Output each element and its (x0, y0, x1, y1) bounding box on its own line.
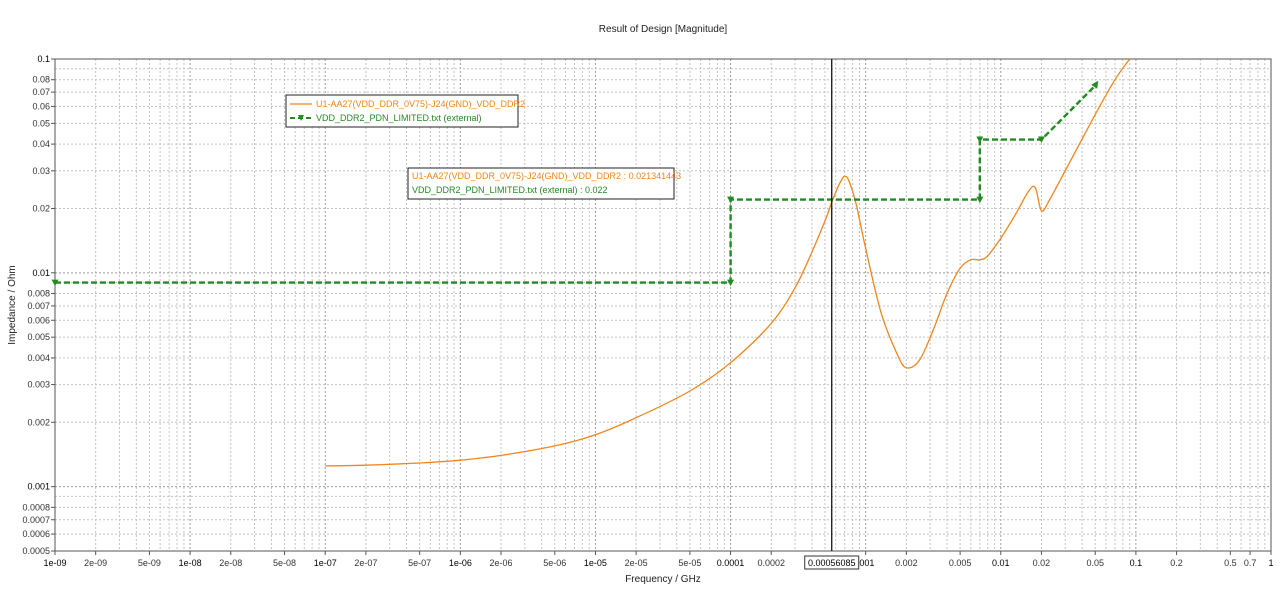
x-axis-ticks: 1e-09 2e-09 5e-09 1e-08 2e-08 5e-08 1e-07 2e-07… (43, 551, 1274, 568)
legend-label-1: VDD_DDR2_PDN_LIMITED.txt (external) (316, 113, 482, 123)
y-tick-label: 0.04 (32, 139, 50, 149)
cursor-x-label: 0.00056085 (808, 558, 856, 568)
series-marker-1 (976, 196, 984, 204)
y-tick-label: 0.01 (32, 268, 50, 278)
x-tick-label: 5e-08 (273, 558, 296, 568)
impedance-chart: Result of Design [Magnitude] 1e-09 2e-09 5… (7, 24, 1274, 585)
x-tick-label: 2e-08 (219, 558, 242, 568)
series-marker-1 (976, 136, 984, 144)
x-tick-label: 1e-09 (43, 558, 66, 568)
y-tick-label: 0.004 (27, 353, 50, 363)
x-tick-label: 0.002 (895, 558, 918, 568)
x-tick-label: 1e-08 (179, 558, 202, 568)
x-tick-label: 0.2 (1170, 558, 1183, 568)
x-tick-label: 2e-07 (354, 558, 377, 568)
chart-title: Result of Design [Magnitude] (599, 24, 728, 35)
y-tick-label: 0.05 (32, 118, 50, 128)
y-tick-label: 0.001 (27, 482, 50, 492)
x-tick-label: 0.02 (1033, 558, 1051, 568)
x-tick-label: 2e-06 (489, 558, 512, 568)
y-tick-label: 0.0007 (22, 515, 50, 525)
y-tick-label: 0.02 (32, 203, 50, 213)
y-tick-label: 0.008 (27, 289, 50, 299)
series-layer (51, 58, 1131, 467)
x-tick-label: 1e-05 (584, 558, 607, 568)
y-tick-label: 0.07 (32, 87, 50, 97)
x-tick-label: 0.7 (1244, 558, 1257, 568)
y-tick-label: 0.005 (27, 332, 50, 342)
x-tick-label: 1e-07 (314, 558, 337, 568)
x-tick-label: 5e-07 (408, 558, 431, 568)
x-tick-label: 0.01 (992, 558, 1010, 568)
legend-label-0: U1-AA27(VDD_DDR_0V75)-J24(GND)_VDD_DDR2 (316, 99, 525, 109)
x-tick-label: 5e-06 (543, 558, 566, 568)
plot-area-border (54, 58, 1272, 552)
y-tick-label: 0.006 (27, 315, 50, 325)
x-tick-label: 0.0001 (717, 558, 745, 568)
x-tick-label: 5e-09 (138, 558, 161, 568)
x-tick-label: 1 (1268, 558, 1273, 568)
y-tick-label: 0.1 (37, 54, 50, 64)
y-axis-ticks: 0.1 0.08 0.07 0.06 0.05 0.04 0.03 0.02 0.01 0.008… (22, 54, 55, 556)
cursor-readout-0: U1-AA27(VDD_DDR_0V75)-J24(GND)_VDD_DDR2 … (412, 171, 681, 181)
y-tick-label: 0.003 (27, 380, 50, 390)
x-tick-label: 0.1 (1130, 558, 1143, 568)
x-tick-label: .001 (857, 558, 875, 568)
legend: U1-AA27(VDD_DDR_0V75)-J24(GND)_VDD_DDR2 … (285, 94, 525, 128)
x-tick-label: 5e-05 (678, 558, 701, 568)
x-tick-label: 0.0002 (757, 558, 785, 568)
cursor-readout: U1-AA27(VDD_DDR_0V75)-J24(GND)_VDD_DDR2 … (407, 167, 681, 200)
y-tick-label: 0.0005 (22, 546, 50, 556)
y-tick-label: 0.002 (27, 417, 50, 427)
x-tick-label: 0.05 (1086, 558, 1104, 568)
y-tick-label: 0.08 (32, 75, 50, 85)
y-tick-label: 0.0008 (22, 502, 50, 512)
y-tick-label: 0.0006 (22, 529, 50, 539)
cursor[interactable]: 0.00056085 (804, 59, 860, 570)
y-axis-title: Impedance / Ohm (7, 265, 18, 344)
x-tick-label: 0.005 (949, 558, 972, 568)
y-tick-label: 0.03 (32, 166, 50, 176)
x-tick-label: 2e-05 (625, 558, 648, 568)
y-tick-label: 0.007 (27, 301, 50, 311)
grid (54, 58, 1272, 552)
x-axis-title: Frequency / GHz (625, 574, 701, 585)
y-tick-label: 0.06 (32, 101, 50, 111)
x-tick-label: 2e-09 (84, 558, 107, 568)
cursor-readout-1: VDD_DDR2_PDN_LIMITED.txt (external) : 0.… (412, 185, 608, 195)
x-tick-label: 0.5 (1224, 558, 1237, 568)
x-tick-label: 1e-06 (449, 558, 472, 568)
